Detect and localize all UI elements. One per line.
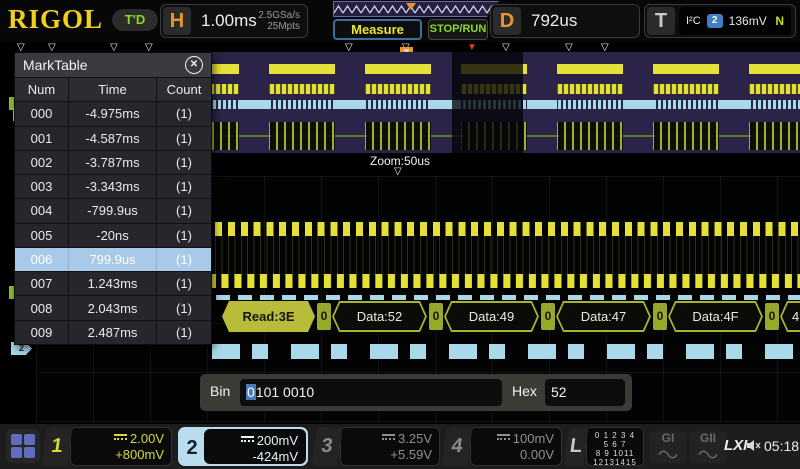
ch2-data-waveform (212, 344, 800, 359)
generator-1-block[interactable]: GI (650, 431, 686, 463)
binhex-readout-panel: Bin 0101 0010 Hex 52 (200, 374, 632, 411)
preview-trigger-marker-icon (406, 3, 416, 10)
close-icon[interactable]: ✕ (185, 56, 203, 74)
channel-2-number: 2 (180, 429, 204, 464)
sine-wave-icon (698, 450, 718, 459)
trigger-status-badge: T'D (112, 9, 158, 31)
decode-segment-data: Data:4F (668, 301, 763, 332)
hex-label: Hex (512, 383, 537, 399)
ch3-scale: 3.25V (398, 431, 432, 446)
sample-rate: 2.5GSa/s (258, 10, 300, 21)
table-row[interactable]: 001-4.587ms(1) (15, 126, 211, 150)
dc-coupling-icon (241, 436, 254, 445)
bin-value: 101 0010 (256, 384, 314, 400)
d-label: D (493, 7, 521, 35)
trigger-type-icon: I²C (686, 15, 701, 27)
table-row[interactable]: 002-3.787ms(1) (15, 150, 211, 174)
ch2-offset: -424mV (209, 449, 298, 465)
ch1-scale: 2.00V (130, 431, 164, 446)
speaker-muted-icon (746, 439, 761, 457)
waveform-screen: ▽ ▽ ▽ ▽ ▽ ▽ ▼ ▽ ▽ ▽ T Zoom:50us ▽ Read:3… (0, 42, 800, 424)
decode-ack-bit: 0 (765, 303, 779, 330)
mark-table-window: MarkTable ✕ Num Time Count 000-4.975ms(1… (14, 52, 212, 345)
table-row[interactable]: 0082.043ms(1) (15, 295, 211, 319)
bin-value-field[interactable]: 0101 0010 (240, 379, 502, 406)
mark-table-header: Num Time Count (15, 77, 211, 101)
trigger-slope: N (775, 14, 784, 28)
ch4-offset: 0.00V (475, 447, 554, 463)
table-row[interactable]: 004-799.9us(1) (15, 198, 211, 222)
timebase-value: 1.00ms (193, 11, 257, 31)
logic-channels-row2: 8 9 1011 12131415 (592, 449, 638, 467)
trigger-level: 136mV (729, 14, 767, 28)
trigger-block[interactable]: T I²C 2 136mV N (644, 4, 796, 38)
channel-3-block[interactable]: 3 3.25V +5.59V (314, 427, 440, 466)
sine-wave-icon (658, 450, 678, 459)
top-status-bar: RIGOL T'D H 1.00ms 2.5GSa/s 25Mpts Measu… (0, 0, 800, 42)
decode-segment-data-partial: 4C (780, 301, 800, 332)
channel-1-number: 1 (41, 427, 72, 466)
menu-grid-icon[interactable] (6, 429, 40, 463)
dc-coupling-icon (497, 434, 510, 443)
system-clock: 05:18 (764, 438, 799, 454)
decode-ack-bit: 0 (429, 303, 443, 330)
zoom-region-band[interactable] (452, 52, 523, 153)
dc-coupling-icon (382, 434, 395, 443)
channel-1-block[interactable]: 1 2.00V +800mV (44, 427, 172, 466)
table-row[interactable]: 0092.487ms(1) (15, 320, 211, 344)
ch4-scale: 100mV (513, 431, 554, 446)
decode-ack-bit: 0 (653, 303, 667, 330)
decode-segment-data: Data:49 (444, 301, 539, 332)
preview-waveform-icon (334, 2, 498, 17)
logic-channels-row1: 0 1 2 3 4 5 6 7 (592, 431, 638, 449)
h-label: H (163, 7, 191, 35)
decode-segment-data: Data:52 (332, 301, 427, 332)
decode-segment-data: Data:47 (556, 301, 651, 332)
channel-2-block-selected[interactable]: 2 200mV -424mV (178, 427, 308, 466)
delay-value: 792us (523, 11, 577, 31)
lxi-indicator: LXI (724, 437, 747, 454)
channel-3-number: 3 (311, 427, 342, 466)
ch2-bit-peaks (216, 295, 800, 300)
bin-cursor: 0 (246, 384, 256, 400)
table-row-selected[interactable]: 006799.9us(1) (15, 247, 211, 271)
table-row[interactable]: 005-20ns(1) (15, 223, 211, 247)
table-row[interactable]: 003-3.343ms(1) (15, 174, 211, 198)
trigger-source-badge: 2 (707, 14, 723, 28)
measure-button[interactable]: Measure (333, 19, 422, 40)
ch3-offset: +5.59V (345, 447, 432, 463)
rigol-logo: RIGOL (8, 4, 103, 35)
table-row[interactable]: 000-4.975ms(1) (15, 101, 211, 125)
mark-table-title: MarkTable (23, 57, 88, 73)
channel-4-block[interactable]: 4 100mV 0.00V (444, 427, 562, 466)
acquisition-preview-strip (333, 1, 499, 17)
stop-run-button[interactable]: STOP/RUN (428, 19, 488, 40)
mark-table-titlebar[interactable]: MarkTable ✕ (15, 53, 211, 77)
logic-analyzer-block[interactable]: L 0 1 2 3 4 5 6 7 8 9 1011 12131415 (566, 427, 644, 466)
hex-value-field: 52 (545, 379, 625, 406)
t-label: T (647, 7, 675, 35)
dc-coupling-icon (114, 434, 127, 443)
bin-label: Bin (210, 383, 230, 399)
generator-2-block[interactable]: GII (690, 431, 726, 463)
channel-status-bar: 1 2.00V +800mV 2 200mV -424mV 3 3.25V +5… (0, 424, 800, 469)
decode-ack-bit: 0 (541, 303, 555, 330)
decode-segment-read: Read:3E (222, 301, 315, 332)
delay-block[interactable]: D 792us (490, 4, 640, 38)
ch2-scale: 200mV (257, 433, 298, 448)
decode-ack-bit: 0 (317, 303, 331, 330)
horizontal-timebase-block[interactable]: H 1.00ms 2.5GSa/s 25Mpts (160, 4, 308, 38)
table-row[interactable]: 0071.243ms(1) (15, 271, 211, 295)
ch1-offset: +800mV (75, 447, 164, 463)
channel-4-number: 4 (441, 427, 472, 466)
logic-label: L (563, 427, 588, 466)
memory-depth: 25Mpts (258, 21, 300, 32)
